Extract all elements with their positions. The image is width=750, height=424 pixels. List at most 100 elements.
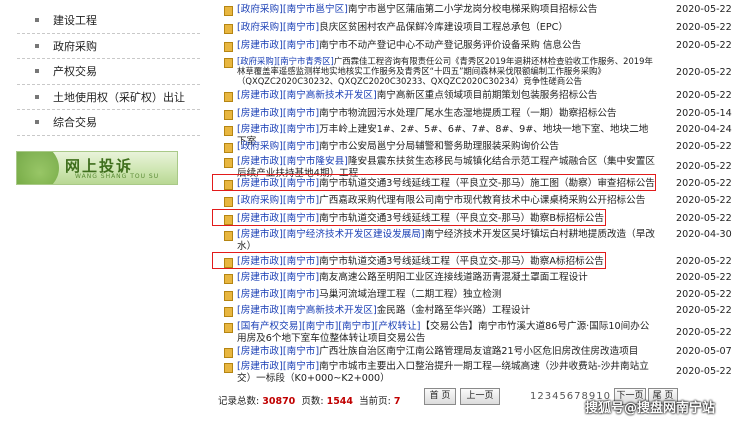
list-item[interactable]: [房建市政][南宁经济技术开发区建设发展局]南宁经济技术开发区吴圩镇坛白村耕地提… [224,229,734,253]
sidebar: 建设工程 政府采购 产权交易 土地使用权（采矿权）出让 综合交易 网上投诉 WA… [0,0,205,424]
category-tag[interactable]: [政府采购][南宁市] [237,22,319,33]
item-title[interactable]: 广西嘉政采购代理有限公司南宁市现代教育技术中心课桌椅采购公开招标公告 [319,195,645,206]
category-tag[interactable]: [房建市政][南宁市] [237,108,319,119]
list-item[interactable]: [房建市政][南宁市]南宁市城市主要出入口整治提升一期工程—绕城高速（沙井收费站… [224,361,734,385]
sidebar-item-label: 产权交易 [53,65,97,79]
category-tag[interactable]: [国有产权交易][南宁市][南宁市][产权转让] [237,321,420,332]
item-title[interactable]: 南友高速公路至明阳工业区连接线道路沥青混凝土罩面工程设计 [319,272,588,283]
item-date: 2020-05-22 [676,4,732,15]
item-date: 2020-05-22 [676,178,732,189]
category-tag[interactable]: [房建市政][南宁市隆安县] [237,156,348,167]
folder-icon [224,215,233,225]
folder-icon [224,348,233,358]
item-date: 2020-05-22 [676,213,732,224]
sidebar-item-comprehensive[interactable]: 综合交易 [17,110,200,136]
bullet-icon [35,43,39,48]
item-title[interactable]: 马巢河流域治理工程（二期工程）独立检测 [319,289,501,300]
sidebar-item-construction[interactable]: 建设工程 [17,8,200,34]
list-item[interactable]: [房建市政][南宁市]南宁市物流园污水处理厂尾水生态湿地提质工程（一期）勘察招标… [224,108,734,120]
list-item[interactable]: [房建市政][南宁市]南友高速公路至明阳工业区连接线道路沥青混凝土罩面工程设计 2… [224,272,734,284]
category-tag[interactable]: [房建市政][南宁市] [237,256,319,267]
prev-page-button[interactable]: 上一页 [460,388,500,405]
folder-icon [224,42,233,52]
category-tag[interactable]: [房建市政][南宁市] [237,213,319,224]
list-item[interactable]: [房建市政][南宁市]马巢河流域治理工程（二期工程）独立检测 2020-05-22 [224,289,734,301]
pages-label: 页数: [301,396,324,407]
list-item[interactable]: [房建市政][南宁市]南宁市轨道交通3号线延线工程（平良立交-那马）施工图（勘察… [224,178,734,190]
folder-icon [224,291,233,301]
item-title[interactable]: 南宁市不动产登记中心不动产登记服务评价设备采购 信息公告 [319,40,581,51]
bullet-icon [35,69,39,74]
category-tag[interactable]: [房建市政][南宁市] [237,178,319,189]
list-item[interactable]: [房建市政][南宁市]南宁市轨道交通3号线延线工程（平良立交-那马）勘察B标招标… [224,213,734,225]
folder-icon [224,274,233,284]
banner-subtitle: WANG SHANG TOU SU [75,173,160,180]
sidebar-item-land-use[interactable]: 土地使用权（采矿权）出让 [17,85,200,110]
pagination-summary: 记录总数: 30870 页数: 1544 当前页: 7 [218,393,400,407]
total-count: 30870 [262,396,296,407]
item-title[interactable]: 南宁市轨道交通3号线延线工程（平良立交-那马）勘察B标招标公告 [319,213,604,224]
bullet-icon [35,94,39,99]
folder-icon [224,180,233,190]
item-date: 2020-05-22 [676,256,732,267]
list-item[interactable]: [政府采购][南宁市邕宁区]南宁市邕宁区蒲庙第二小学龙岗分校电梯采购项目招标公告… [224,4,734,16]
list-item[interactable]: [房建市政][南宁高新技术开发区]南宁高新区重点领域项目前期策划包装服务招标公告… [224,90,734,102]
folder-icon [224,110,233,120]
category-tag[interactable]: [房建市政][南宁高新技术开发区] [237,90,377,101]
category-tag[interactable]: [房建市政][南宁市] [237,346,319,357]
item-title[interactable]: 良庆区贫困村农产品保鲜冷库建设项目工程总承包（EPC） [319,22,568,33]
bullet-icon [35,18,39,23]
folder-icon [224,363,233,373]
list-item[interactable]: [政府采购][南宁市青秀区]广西霖佳工程咨询有限责任公司《青秀区2019年退耕还… [224,56,734,86]
sidebar-item-label: 建设工程 [53,14,97,28]
current-label: 当前页: [359,396,391,407]
category-tag[interactable]: [房建市政][南宁市] [237,272,319,283]
item-title[interactable]: 南宁市轨道交通3号线延线工程（平良立交-那马）施工图（勘察）审查招标公告 [319,178,655,189]
folder-icon [224,231,233,241]
category-tag[interactable]: [房建市政][南宁高新技术开发区] [237,305,377,316]
category-tag[interactable]: [政府采购][南宁市邕宁区] [237,4,348,15]
folder-icon [224,6,233,16]
item-title[interactable]: 南宁市公安局邕宁分局辅警和警务助理服装采购询价公告 [319,141,559,152]
item-date: 2020-05-22 [676,22,732,33]
folder-icon [224,126,233,136]
list-item[interactable]: [房建市政][南宁市]南宁市轨道交通3号线延线工程（平良立交-那马）勘察A标招标… [224,256,734,268]
first-page-button[interactable]: 首 页 [424,388,456,405]
list-item[interactable]: [国有产权交易][南宁市][南宁市][产权转让]【交易公告】南宁市竹溪大道86号… [224,321,734,345]
item-title[interactable]: 南宁市物流园污水处理厂尾水生态湿地提质工程（一期）勘察招标公告 [319,108,616,119]
sidebar-item-property-rights[interactable]: 产权交易 [17,59,200,85]
sidebar-item-label: 综合交易 [53,116,97,130]
sidebar-item-label: 政府采购 [53,39,97,53]
leaf-graphic [17,152,59,184]
item-date: 2020-05-22 [676,195,732,206]
list-item[interactable]: [政府采购][南宁市]良庆区贫困村农产品保鲜冷库建设项目工程总承包（EPC） 20… [224,22,734,34]
bullet-icon [35,120,39,125]
list-item[interactable]: [房建市政][南宁市]南宁市不动产登记中心不动产登记服务评价设备采购 信息公告 2… [224,40,734,52]
item-title[interactable]: 南宁市轨道交通3号线延线工程（平良立交-那马）勘察A标招标公告 [319,256,604,267]
item-title[interactable]: 南宁市邕宁区蒲庙第二小学龙岗分校电梯采购项目招标公告 [348,4,597,15]
item-title[interactable]: 广西壮族自治区南宁江南公路管理局友谊路21号小区危旧房改住房改造项目 [319,346,638,357]
category-tag[interactable]: [房建市政][南宁市] [237,289,319,300]
item-title[interactable]: 金民路（金村路至华兴路）工程设计 [377,305,531,316]
category-tag[interactable]: [房建市政][南宁市] [237,361,319,372]
category-tag[interactable]: [房建市政][南宁经济技术开发区建设发展局] [237,229,425,240]
list-item[interactable]: [政府采购][南宁市]南宁市公安局邕宁分局辅警和警务助理服装采购询价公告 2020… [224,141,734,153]
sidebar-item-gov-procurement[interactable]: 政府采购 [17,34,200,59]
list-item[interactable]: [政府采购][南宁市]广西嘉政采购代理有限公司南宁市现代教育技术中心课桌椅采购公… [224,195,734,207]
announcement-list: [政府采购][南宁市邕宁区]南宁市邕宁区蒲庙第二小学龙岗分校电梯采购项目招标公告… [210,0,750,424]
list-item[interactable]: [房建市政][南宁市]广西壮族自治区南宁江南公路管理局友谊路21号小区危旧房改住… [224,346,734,358]
category-tag[interactable]: [房建市政][南宁市] [237,124,319,135]
list-item[interactable]: [房建市政][南宁高新技术开发区]金民路（金村路至华兴路）工程设计 2020-05… [224,305,734,317]
item-title[interactable]: 南宁高新区重点领域项目前期策划包装服务招标公告 [377,90,598,101]
category-tag[interactable]: [政府采购][南宁市青秀区] [237,56,334,66]
category-tag[interactable]: [房建市政][南宁市] [237,40,319,51]
item-date: 2020-05-14 [676,108,732,119]
online-complaint-banner[interactable]: 网上投诉 WANG SHANG TOU SU [16,151,178,185]
item-date: 2020-05-22 [676,161,732,172]
item-date: 2020-05-22 [676,366,732,377]
category-tag[interactable]: [政府采购][南宁市] [237,141,319,152]
folder-icon [224,197,233,207]
item-date: 2020-05-22 [676,141,732,152]
item-date: 2020-05-22 [676,272,732,283]
category-tag[interactable]: [政府采购][南宁市] [237,195,319,206]
